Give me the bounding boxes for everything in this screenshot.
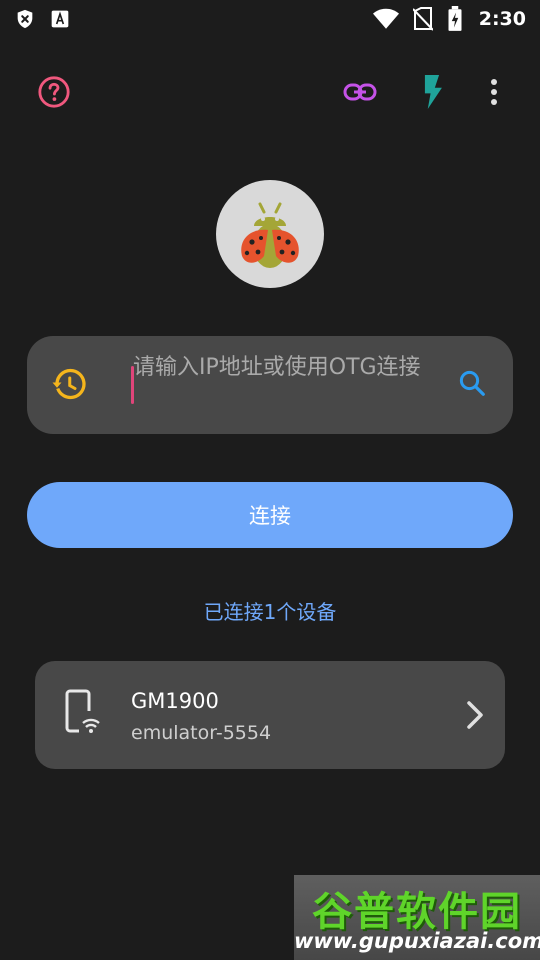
status-bar: 2:30	[0, 0, 540, 38]
ladybug-android-icon	[241, 202, 299, 268]
ip-input-card: 请输入IP地址或使用OTG连接	[27, 336, 513, 434]
no-sim-icon	[412, 7, 433, 31]
watermark: 谷普软件园 www.gupuxiazai.com	[294, 875, 540, 960]
chevron-right-icon	[467, 701, 483, 729]
flash-button[interactable]	[410, 70, 454, 114]
search-icon	[459, 370, 485, 396]
status-left	[14, 8, 70, 30]
battery-charging-icon	[448, 6, 462, 31]
more-vert-icon	[491, 79, 497, 105]
history-icon	[52, 368, 86, 400]
app-screen: 2:30 请输入IP地址或使用OTG连接 连接 已连接1个设备 GM1900 e…	[0, 0, 540, 960]
flash-icon	[424, 75, 442, 109]
toolbar	[0, 62, 540, 118]
link-button[interactable]	[338, 70, 382, 114]
ip-address-input[interactable]: 请输入IP地址或使用OTG连接	[133, 352, 463, 422]
shield-x-icon	[17, 9, 33, 29]
connect-button[interactable]: 连接	[27, 482, 513, 548]
device-name: GM1900	[131, 689, 219, 713]
font-a-icon	[51, 10, 69, 28]
help-button[interactable]	[32, 70, 76, 114]
phone-wifi-icon	[65, 689, 100, 733]
more-options-button[interactable]	[472, 70, 516, 114]
connected-devices-status: 已连接1个设备	[203, 600, 337, 624]
search-button[interactable]	[457, 368, 491, 402]
history-button[interactable]	[51, 366, 87, 402]
device-serial: emulator-5554	[131, 722, 272, 744]
watermark-url: www.gupuxiazai.com	[294, 929, 540, 953]
link-icon	[343, 83, 377, 101]
wifi-icon	[372, 8, 399, 29]
status-time: 2:30	[478, 8, 526, 30]
device-list-item[interactable]: GM1900 emulator-5554	[35, 661, 505, 769]
status-right: 2:30	[372, 6, 526, 32]
app-logo	[216, 180, 324, 288]
help-circle-icon	[38, 76, 70, 108]
